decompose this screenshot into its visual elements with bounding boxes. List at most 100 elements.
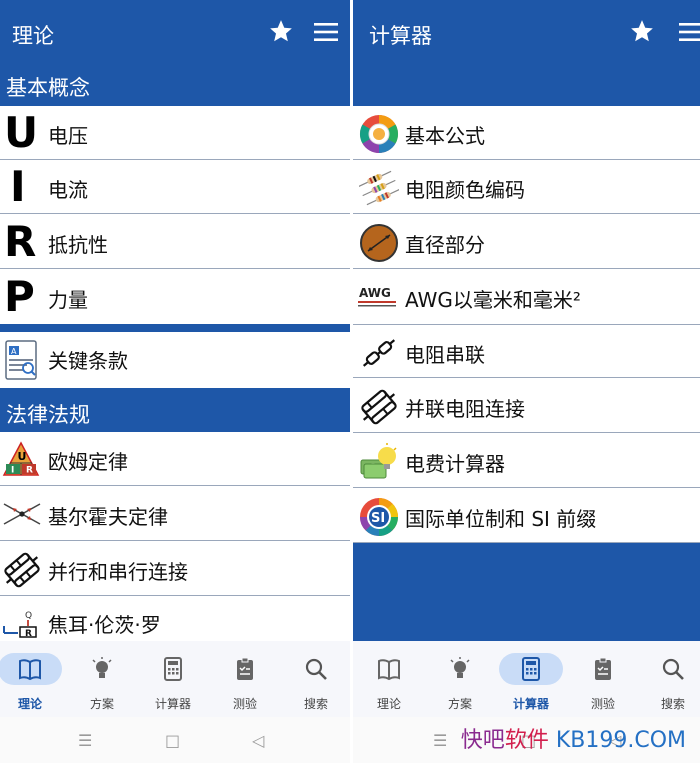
nav-theory[interactable]: 理论 — [359, 641, 419, 717]
list-item-electricity-cost[interactable]: 电费计算器 — [353, 434, 700, 488]
list-item-label: 电费计算器 — [405, 452, 505, 476]
svg-text:SI: SI — [371, 511, 385, 526]
svg-text:I: I — [11, 466, 14, 476]
formula-wheel-icon — [359, 114, 399, 154]
list-item-label: 电流 — [48, 178, 88, 202]
lightbulb-icon — [450, 657, 470, 678]
list-item-series-resistors[interactable]: 电阻串联 — [353, 324, 700, 378]
list-item-label: 基本公式 — [405, 124, 485, 148]
svg-text:U: U — [18, 450, 27, 463]
list-item-parallel-resistors[interactable]: 并联电阻连接 — [353, 379, 700, 433]
app-bar: 理论 — [0, 0, 350, 66]
svg-text:AWG: AWG — [359, 286, 391, 300]
menu-icon[interactable] — [314, 22, 338, 42]
list-item-diameter-section[interactable]: 直径部分 — [353, 215, 700, 269]
list-item-label: 电阻颜色编码 — [405, 178, 525, 202]
calculator-icon — [164, 657, 182, 681]
list-item-voltage[interactable]: U 电压 — [0, 106, 350, 160]
list-item-basic-formulas[interactable]: 基本公式 — [353, 106, 700, 160]
list-item-label: 电阻串联 — [405, 343, 485, 367]
resistance-letter-icon: R — [4, 217, 37, 266]
nav-label: 测验 — [590, 697, 615, 711]
calculator-icon — [522, 657, 540, 681]
list-item-key-terms[interactable]: A 关键条款 — [0, 332, 350, 388]
list-item-resistance[interactable]: R 抵抗性 — [0, 215, 350, 269]
recent-apps-icon[interactable]: ☰ — [433, 731, 447, 750]
book-icon — [19, 659, 41, 681]
nav-label: 理论 — [17, 697, 42, 711]
nav-quiz[interactable]: 测验 — [215, 641, 275, 717]
app-bar: 计算器 — [353, 0, 700, 66]
section-laws: 法律法规 — [0, 388, 350, 432]
nav-label: 计算器 — [154, 697, 191, 711]
list-item-awg[interactable]: AWG AWG以毫米和毫米² — [353, 270, 700, 324]
list-item-kirchhoff[interactable]: 基尔霍夫定律 — [0, 487, 350, 541]
wire-cross-section-icon — [360, 224, 398, 262]
list-item-label: 直径部分 — [405, 233, 485, 257]
list-item-parallel-serial[interactable]: 并行和串行连接 — [0, 542, 350, 596]
list-item-label: 电压 — [48, 124, 88, 148]
svg-text:R: R — [25, 629, 32, 639]
calculator-panel: 计算器 基本公式 电阻颜色编码 直径部分 AWG AWG以毫米和毫米² 电阻串联… — [353, 0, 700, 763]
si-units-icon: SI — [360, 498, 398, 536]
nav-schemes[interactable]: 方案 — [430, 641, 490, 717]
nav-label: 测验 — [232, 697, 257, 711]
page-title: 计算器 — [369, 24, 432, 48]
nav-label: 理论 — [376, 697, 401, 711]
awg-badge-icon: AWG — [358, 286, 396, 307]
watermark: 快吧软件 KB199.COM — [460, 728, 686, 753]
section-basic-concepts: 基本概念 — [0, 66, 350, 106]
current-letter-icon: I — [10, 162, 26, 211]
recent-apps-icon[interactable]: ☰ — [78, 731, 92, 750]
system-nav-bar: ☰ □ ◁ — [0, 717, 350, 763]
nav-schemes[interactable]: 方案 — [72, 641, 132, 717]
list-item-label: 抵抗性 — [48, 233, 108, 257]
back-icon[interactable]: ◁ — [252, 731, 264, 750]
search-icon — [662, 658, 684, 680]
bottom-navigation: 理论 方案 计算器 测验 搜索 — [0, 641, 350, 717]
series-resistor-icon — [362, 339, 396, 367]
resistors-icon — [359, 170, 399, 206]
home-icon[interactable]: □ — [165, 731, 180, 750]
nav-search[interactable]: 搜索 — [643, 641, 700, 717]
list-item-label: 关键条款 — [48, 349, 128, 373]
list-item-label: 力量 — [48, 288, 88, 312]
list-item-si-units[interactable]: SI 国际单位制和 SI 前缀 — [353, 489, 700, 543]
screen: 理论 基本概念 U 电压 I 电流 R 抵抗性 P 力量 A 关键条款 法律法规… — [0, 0, 700, 763]
ohm-triangle-icon: U I R — [2, 441, 40, 476]
nav-quiz[interactable]: 测验 — [573, 641, 633, 717]
nav-calculator[interactable]: 计算器 — [143, 641, 203, 717]
nav-label: 方案 — [447, 697, 472, 711]
svg-text:A: A — [11, 347, 17, 356]
voltage-letter-icon: U — [4, 108, 39, 157]
list-item-current[interactable]: I 电流 — [0, 160, 350, 214]
list-item-label: 基尔霍夫定律 — [48, 505, 168, 529]
nav-label: 搜索 — [660, 697, 685, 711]
menu-icon[interactable] — [679, 22, 700, 42]
search-icon — [305, 658, 327, 680]
list-item-power[interactable]: P 力量 — [0, 270, 350, 324]
nav-label: 方案 — [89, 697, 114, 711]
page-title: 理论 — [12, 24, 54, 48]
nav-search[interactable]: 搜索 — [286, 641, 346, 717]
list-item-joule-lenz[interactable]: Q R 焦耳·伦茨·罗 — [0, 597, 350, 641]
nav-label: 计算器 — [512, 697, 549, 711]
bottom-navigation: 理论 方案 计算器 测验 搜索 — [353, 641, 700, 717]
glossary-icon: A — [5, 340, 37, 380]
joule-heat-icon: Q R — [3, 611, 37, 639]
lightbulb-icon — [92, 657, 112, 678]
theory-panel: 理论 基本概念 U 电压 I 电流 R 抵抗性 P 力量 A 关键条款 法律法规… — [0, 0, 350, 763]
power-letter-icon: P — [4, 272, 35, 321]
list-item-label: 并联电阻连接 — [405, 397, 525, 421]
star-icon[interactable] — [629, 18, 655, 44]
resistor-network-icon — [4, 552, 40, 588]
list-item-label: 国际单位制和 SI 前缀 — [405, 507, 597, 531]
nav-calculator[interactable]: 计算器 — [499, 641, 563, 717]
list-item-resistor-color-code[interactable]: 电阻颜色编码 — [353, 160, 700, 214]
svg-text:Q: Q — [25, 611, 32, 621]
star-icon[interactable] — [268, 18, 294, 44]
svg-text:R: R — [26, 466, 33, 476]
list-item-ohms-law[interactable]: U I R 欧姆定律 — [0, 432, 350, 486]
clipboard-check-icon — [237, 657, 253, 680]
nav-theory[interactable]: 理论 — [0, 641, 62, 717]
